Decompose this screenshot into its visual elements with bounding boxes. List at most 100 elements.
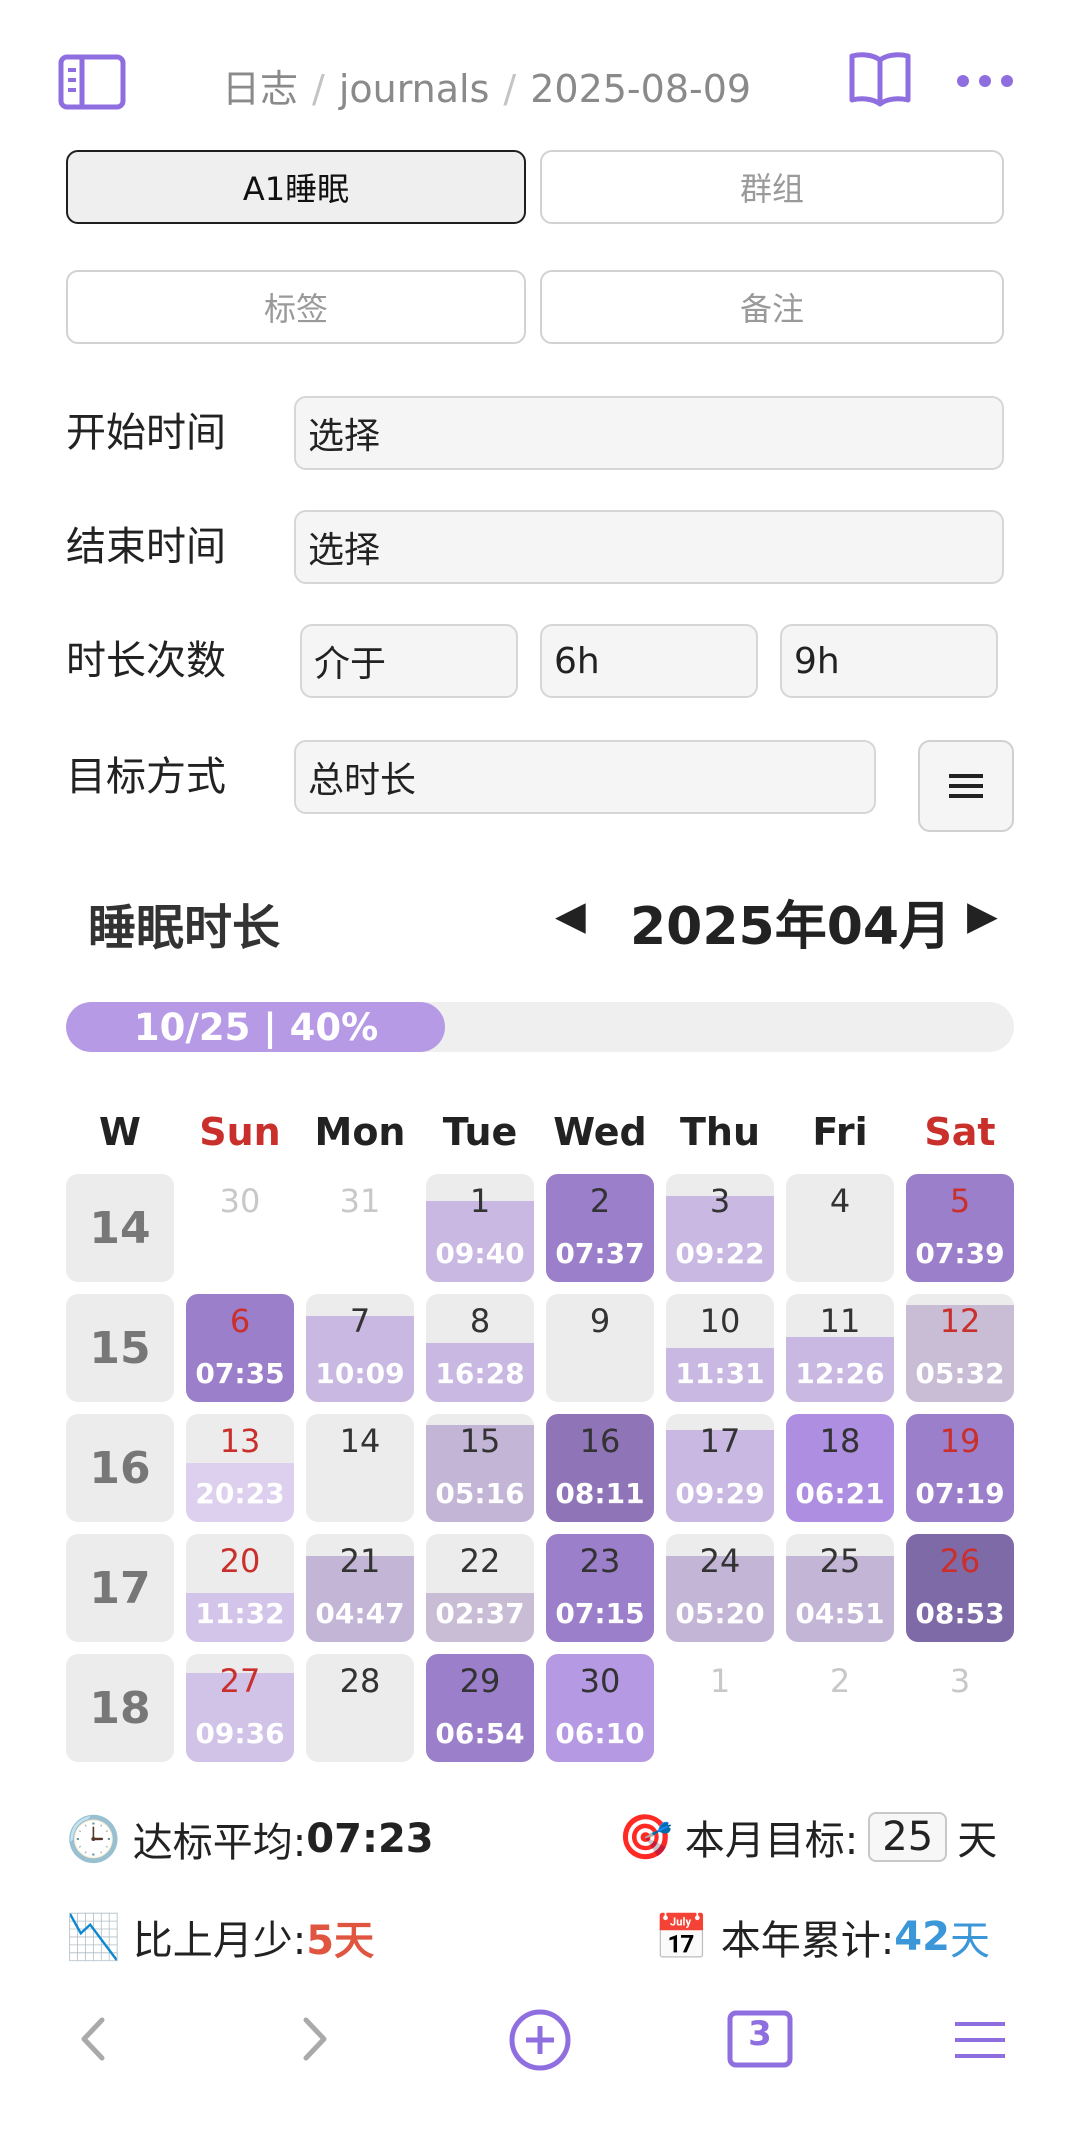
goal-input[interactable]: 25 xyxy=(868,1812,948,1862)
tabs-button[interactable]: 3 xyxy=(727,2010,793,2072)
calendar-day[interactable]: 1 09:40 xyxy=(426,1174,534,1282)
calendar-day[interactable]: 28 xyxy=(306,1654,414,1762)
day-duration: 06:21 xyxy=(795,1477,885,1510)
calendar-day[interactable]: 20 11:32 xyxy=(186,1534,294,1642)
duration-min-input[interactable]: 6h xyxy=(540,624,758,698)
calendar-day: 31 xyxy=(306,1174,414,1282)
tab-notes[interactable]: 备注 xyxy=(540,270,1004,344)
calendar-day[interactable]: 4 xyxy=(786,1174,894,1282)
day-duration: 09:36 xyxy=(195,1717,285,1750)
day-duration: 02:37 xyxy=(435,1597,525,1630)
tab-group[interactable]: 群组 xyxy=(540,150,1004,224)
list-menu-button[interactable] xyxy=(918,740,1014,832)
day-number: 16 xyxy=(579,1422,621,1460)
day-number: 1 xyxy=(469,1182,491,1220)
calendar-day[interactable]: 3 09:22 xyxy=(666,1174,774,1282)
day-duration: 10:09 xyxy=(315,1357,405,1390)
day-duration: 05:32 xyxy=(915,1357,1005,1390)
calendar-day[interactable]: 8 16:28 xyxy=(426,1294,534,1402)
calendar-day[interactable]: 2 07:37 xyxy=(546,1174,654,1282)
day-duration: 07:19 xyxy=(915,1477,1005,1510)
calendar-day[interactable]: 7 10:09 xyxy=(306,1294,414,1402)
calendar-day[interactable]: 16 08:11 xyxy=(546,1414,654,1522)
calendar-day[interactable]: 18 06:21 xyxy=(786,1414,894,1522)
calendar-day[interactable]: 23 07:15 xyxy=(546,1534,654,1642)
day-number: 19 xyxy=(939,1422,981,1460)
day-number: 27 xyxy=(219,1662,261,1700)
day-duration: 11:32 xyxy=(195,1597,285,1630)
calendar-day[interactable]: 10 11:31 xyxy=(666,1294,774,1402)
stat-average: 🕒 达标平均: 07:23 xyxy=(66,1810,434,1868)
forward-icon[interactable] xyxy=(298,2014,330,2068)
tab-tags[interactable]: 标签 xyxy=(66,270,526,344)
weekday-header: Sun xyxy=(199,1110,281,1154)
day-duration: 05:20 xyxy=(675,1597,765,1630)
day-number: 7 xyxy=(349,1302,371,1340)
day-duration: 11:31 xyxy=(675,1357,765,1390)
stat-year-value: 42 xyxy=(894,1914,950,1960)
calendar-day[interactable]: 21 04:47 xyxy=(306,1534,414,1642)
calendar-day[interactable]: 24 05:20 xyxy=(666,1534,774,1642)
more-options-icon[interactable] xyxy=(955,66,1015,96)
start-time-select[interactable]: 选择 xyxy=(294,396,1004,470)
tab-sleep[interactable]: A1睡眠 xyxy=(66,150,526,224)
add-icon[interactable] xyxy=(508,2008,572,2076)
month-label[interactable]: 2025年04月 xyxy=(630,884,951,959)
day-number: 28 xyxy=(339,1662,381,1700)
calendar-day[interactable]: 13 20:23 xyxy=(186,1414,294,1522)
calendar-day[interactable]: 27 09:36 xyxy=(186,1654,294,1762)
prev-month-button[interactable]: ◀ xyxy=(555,893,586,939)
week-number: 14 xyxy=(66,1174,174,1282)
day-number: 2 xyxy=(589,1182,611,1220)
next-month-button[interactable]: ▶ xyxy=(967,893,998,939)
calendar-day[interactable]: 30 06:10 xyxy=(546,1654,654,1762)
weekday-header: Fri xyxy=(812,1110,868,1154)
goal-mode-select[interactable]: 总时长 xyxy=(294,740,876,814)
tab-count: 3 xyxy=(748,2014,772,2054)
calendar-day[interactable]: 9 xyxy=(546,1294,654,1402)
day-number: 14 xyxy=(339,1422,381,1460)
stat-vs-last-month: 📉 比上月少: 5天 xyxy=(66,1908,374,1966)
calendar-day[interactable]: 26 08:53 xyxy=(906,1534,1014,1642)
day-duration: 04:51 xyxy=(795,1597,885,1630)
calendar-day: 30 xyxy=(186,1174,294,1282)
calendar-day[interactable]: 5 07:39 xyxy=(906,1174,1014,1282)
calendar-day[interactable]: 25 04:51 xyxy=(786,1534,894,1642)
end-time-label: 结束时间 xyxy=(66,524,226,570)
calendar-day: 2 xyxy=(786,1654,894,1762)
weekday-header: Thu xyxy=(679,1110,761,1154)
duration-mode-select[interactable]: 介于 xyxy=(300,624,518,698)
breadcrumb-item[interactable]: 2025-08-09 xyxy=(530,67,751,111)
calendar-day[interactable]: 22 02:37 xyxy=(426,1534,534,1642)
calendar-day[interactable]: 11 12:26 xyxy=(786,1294,894,1402)
end-time-select[interactable]: 选择 xyxy=(294,510,1004,584)
chart-down-icon: 📉 xyxy=(66,1912,121,1963)
back-icon[interactable] xyxy=(78,2014,110,2068)
calendar-day[interactable]: 29 06:54 xyxy=(426,1654,534,1762)
day-number: 30 xyxy=(219,1182,261,1220)
calendar-day: 3 xyxy=(906,1654,1014,1762)
duration-max-input[interactable]: 9h xyxy=(780,624,998,698)
book-icon[interactable] xyxy=(848,50,912,110)
breadcrumb-item[interactable]: 日志 xyxy=(222,67,298,111)
calendar-title: 睡眠时长 xyxy=(88,900,281,956)
calendar-day[interactable]: 15 05:16 xyxy=(426,1414,534,1522)
day-number: 8 xyxy=(469,1302,491,1340)
calendar-day[interactable]: 17 09:29 xyxy=(666,1414,774,1522)
day-duration: 07:37 xyxy=(555,1237,645,1270)
day-duration: 04:47 xyxy=(315,1597,405,1630)
day-duration: 09:22 xyxy=(675,1237,765,1270)
day-number: 29 xyxy=(459,1662,501,1700)
calendar-day[interactable]: 14 xyxy=(306,1414,414,1522)
day-duration: 08:11 xyxy=(555,1477,645,1510)
calendar-day[interactable]: 6 07:35 xyxy=(186,1294,294,1402)
sidebar-toggle-icon[interactable] xyxy=(58,54,126,110)
day-number: 30 xyxy=(579,1662,621,1700)
day-duration: 08:53 xyxy=(915,1597,1005,1630)
day-number: 1 xyxy=(709,1662,731,1700)
calendar-day[interactable]: 12 05:32 xyxy=(906,1294,1014,1402)
calendar-day[interactable]: 19 07:19 xyxy=(906,1414,1014,1522)
menu-icon[interactable] xyxy=(955,2020,1005,2064)
breadcrumb-item[interactable]: journals xyxy=(339,67,490,111)
day-number: 13 xyxy=(219,1422,261,1460)
